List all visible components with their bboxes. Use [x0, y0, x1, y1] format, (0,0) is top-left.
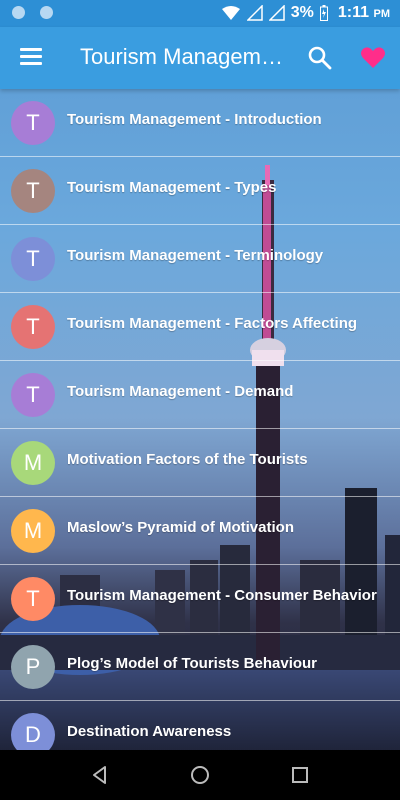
list-item-avatar: T [11, 237, 55, 281]
list-item[interactable]: M Maslow’s Pyramid of Motivation [0, 497, 400, 565]
list-item[interactable]: P Plog’s Model of Tourists Behaviour [0, 633, 400, 701]
list-item-label: Tourism Management - Factors Affecting [67, 315, 358, 332]
list-item-label: Maslow’s Pyramid of Motivation [67, 519, 294, 536]
clock: 1:11 PM [338, 4, 390, 22]
list-item-avatar: T [11, 577, 55, 621]
topic-list: T Tourism Management - Introduction T Touri… [0, 89, 400, 769]
list-item-label: Tourism Management - Types [67, 179, 277, 196]
list-item[interactable]: T Tourism Management - Terminology [0, 225, 400, 293]
list-item-label: Tourism Management - Terminology [67, 247, 324, 264]
list-item[interactable]: T Tourism Management - Factors Affecting [0, 293, 400, 361]
page-title: Tourism Managem… [80, 44, 283, 69]
list-item-avatar: M [11, 509, 55, 553]
signal-icon [246, 5, 263, 21]
notification-icon [12, 6, 25, 19]
list-item-avatar: T [11, 101, 55, 145]
list-item-avatar: M [11, 441, 55, 485]
list-item-label: Tourism Management - Introduction [67, 111, 322, 128]
list-item[interactable]: T Tourism Management - Consumer Behavior [0, 565, 400, 633]
recents-nav-icon[interactable] [289, 764, 311, 786]
list-item-label: Tourism Management - Consumer Behavior [67, 587, 377, 604]
list-item-label: Plog’s Model of Tourists Behaviour [67, 655, 318, 672]
list-item[interactable]: T Tourism Management - Introduction [0, 89, 400, 157]
list-item-avatar: P [11, 645, 55, 689]
back-nav-icon[interactable] [89, 764, 111, 786]
wifi-icon [221, 6, 240, 20]
notification-icon [40, 6, 53, 19]
list-item[interactable]: T Tourism Management - Demand [0, 361, 400, 429]
list-item-avatar: T [11, 169, 55, 213]
list-item[interactable]: T Tourism Management - Types [0, 157, 400, 225]
favorite-heart-icon[interactable] [360, 45, 386, 71]
list-item-avatar: T [11, 373, 55, 417]
app-bar: Tourism Managem… [0, 27, 400, 89]
signal-icon [268, 5, 285, 21]
status-bar: 3% 1:11 PM [0, 0, 400, 27]
clock-time: 1:11 [337, 4, 370, 21]
list-item-label: Motivation Factors of the Tourists [67, 451, 308, 468]
home-nav-icon[interactable] [189, 764, 211, 786]
list-item[interactable]: M Motivation Factors of the Tourists [0, 429, 400, 497]
list-item-label: Destination Awareness [67, 723, 232, 740]
battery-percent: 3% [290, 4, 314, 21]
clock-ampm: PM [373, 8, 391, 20]
hamburger-menu-icon[interactable] [20, 48, 42, 66]
battery-icon [319, 5, 328, 21]
navigation-bar [0, 750, 400, 800]
list-item-label: Tourism Management - Demand [67, 383, 294, 400]
list-item-avatar: T [11, 305, 55, 349]
search-icon[interactable] [307, 45, 333, 71]
